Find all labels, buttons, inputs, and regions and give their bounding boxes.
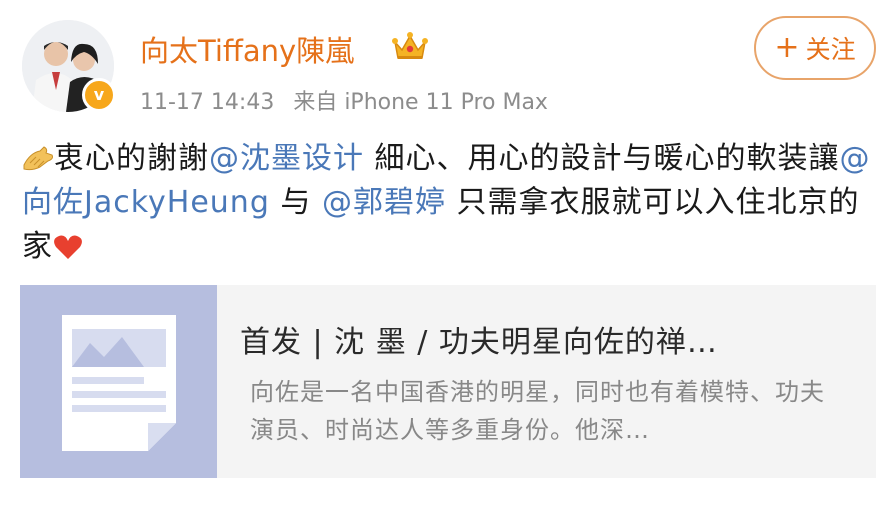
post-header: v 向太Tiffany陳嵐 11-17 14:43 来自 iPhone 11 P… — [0, 0, 896, 130]
post-source: 来自 iPhone 11 Pro Max — [293, 90, 548, 115]
mention-link[interactable]: @沈墨设计 — [209, 141, 364, 176]
text-part: 与 — [269, 185, 322, 220]
post-text: 衷心的謝謝@沈墨设计 細心、用心的設計与暖心的軟装讓@向佐JackyHeung … — [22, 137, 872, 269]
author-avatar[interactable]: v — [22, 20, 116, 112]
text-part: 衷心的謝謝 — [54, 141, 209, 176]
follow-button[interactable]: + 关注 — [754, 16, 876, 80]
post-timestamp: 11-17 14:43 — [140, 90, 275, 115]
text-part: 細心、用心的設計与暖心的軟装讓 — [364, 141, 840, 176]
verified-badge-icon: v — [82, 78, 116, 112]
heart-icon — [54, 235, 82, 259]
plus-icon: + — [774, 30, 800, 65]
author-name[interactable]: 向太Tiffany陳嵐 — [140, 28, 354, 70]
hands-icon — [23, 146, 53, 171]
follow-label: 关注 — [805, 35, 856, 64]
link-card[interactable]: 首发 | 沈 墨 / 功夫明星向佐的禅… 向佐是一名中国香港的明星，同时也有着模… — [20, 285, 876, 478]
post-meta: 11-17 14:43 来自 iPhone 11 Pro Max — [140, 84, 548, 116]
article-thumbnail — [20, 285, 217, 478]
card-title: 首发 | 沈 墨 / 功夫明星向佐的禅… — [240, 325, 718, 360]
mention-link[interactable]: @郭碧婷 — [322, 185, 446, 220]
document-icon — [62, 315, 176, 451]
card-description: 向佐是一名中国香港的明星，同时也有着模特、功夫演员、时尚达人等多重身份。他深… — [250, 378, 825, 444]
crown-icon — [392, 32, 428, 59]
